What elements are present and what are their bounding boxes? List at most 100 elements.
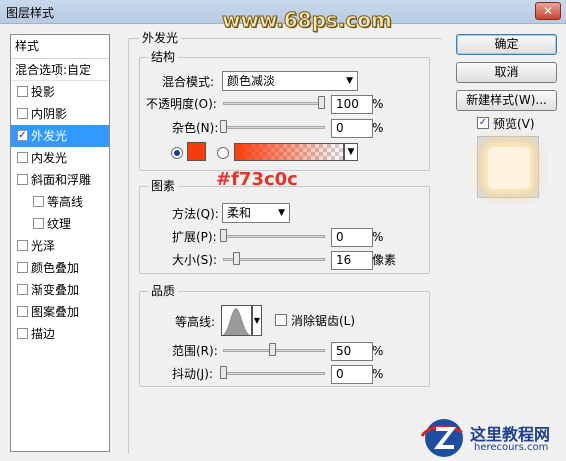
noise-slider-thumb[interactable] — [220, 120, 227, 133]
jitter-unit: % — [372, 367, 384, 381]
style-item[interactable]: 内阴影 — [11, 103, 109, 125]
style-item-checkbox[interactable] — [17, 174, 28, 185]
range-unit: % — [372, 344, 384, 358]
new-style-button[interactable]: 新建样式(W)... — [456, 90, 557, 111]
size-slider-thumb[interactable] — [233, 252, 240, 265]
range-label: 范围(R): — [172, 344, 218, 358]
style-item[interactable]: 投影 — [11, 81, 109, 103]
style-item-checkbox[interactable]: ✓ — [17, 130, 28, 141]
watermark-text: www.68ps.com — [222, 8, 393, 33]
glow-preview-square — [488, 147, 530, 189]
style-item-label: 斜面和浮雕 — [31, 173, 92, 187]
opacity-slider-thumb[interactable] — [318, 96, 325, 109]
style-item-label: 描边 — [31, 327, 56, 341]
noise-label: 杂色(N): — [172, 121, 219, 135]
style-item[interactable]: 等高线 — [11, 191, 109, 213]
logo-url: herecours.com — [474, 442, 549, 453]
antialias-checkbox[interactable] — [275, 314, 287, 326]
color-hex-annotation: #f73c0c — [216, 169, 298, 190]
blend-options-item[interactable]: 混合选项:自定 — [11, 59, 109, 81]
opacity-slider[interactable] — [223, 102, 325, 105]
jitter-slider-thumb[interactable] — [220, 366, 227, 379]
method-value: 柔和 — [227, 206, 252, 220]
style-item-label: 内发光 — [31, 151, 68, 165]
solid-color-radio[interactable] — [171, 147, 183, 159]
style-item-label: 光泽 — [31, 239, 56, 253]
noise-slider[interactable] — [223, 126, 325, 129]
chevron-down-icon: ▼ — [346, 76, 353, 86]
spread-slider[interactable] — [223, 235, 325, 238]
style-item[interactable]: 描边 — [11, 323, 109, 345]
contour-dropdown[interactable]: ▼ — [252, 305, 262, 336]
spread-input[interactable]: 0 — [331, 228, 373, 247]
chevron-down-icon: ▼ — [278, 208, 285, 218]
style-item-checkbox[interactable] — [17, 306, 28, 317]
close-button[interactable]: ✕ — [535, 2, 561, 20]
noise-input[interactable]: 0 — [331, 119, 373, 138]
style-item[interactable]: 颜色叠加 — [11, 257, 109, 279]
style-item[interactable]: ✓ 外发光 — [11, 125, 109, 147]
cancel-button[interactable]: 取消 — [456, 62, 557, 83]
style-item-checkbox[interactable] — [17, 152, 28, 163]
style-item-checkbox[interactable] — [17, 328, 28, 339]
style-preview-thumbnail — [477, 136, 539, 198]
gradient-picker[interactable] — [234, 143, 344, 161]
logo-z-icon — [420, 419, 463, 457]
close-icon: ✕ — [542, 4, 554, 18]
style-item[interactable]: 斜面和浮雕 — [11, 169, 109, 191]
spread-slider-thumb[interactable] — [220, 229, 227, 242]
range-input[interactable]: 50 — [331, 342, 373, 361]
style-item-label: 外发光 — [31, 129, 68, 143]
style-item[interactable]: 图案叠加 — [11, 301, 109, 323]
opacity-unit: % — [372, 97, 384, 111]
style-item-checkbox[interactable] — [33, 196, 44, 207]
check-icon: ✓ — [478, 117, 488, 128]
glow-color-swatch[interactable] — [187, 142, 206, 161]
panel-title: 外发光 — [139, 31, 182, 45]
style-item-label: 内阴影 — [31, 107, 68, 121]
style-item-checkbox[interactable] — [17, 262, 28, 273]
quality-title: 品质 — [148, 284, 179, 298]
style-item[interactable]: 光泽 — [11, 235, 109, 257]
structure-title: 结构 — [148, 50, 179, 64]
spread-label: 扩展(P): — [172, 230, 217, 244]
style-item-label: 等高线 — [47, 195, 84, 209]
style-item-label: 图案叠加 — [31, 305, 80, 319]
style-item[interactable]: 渐变叠加 — [11, 279, 109, 301]
chevron-down-icon: ▼ — [253, 316, 261, 325]
jitter-input[interactable]: 0 — [331, 365, 373, 384]
style-item-label: 纹理 — [47, 217, 72, 231]
preview-label: 预览(V) — [493, 117, 535, 131]
range-slider-thumb[interactable] — [269, 343, 276, 356]
window-title: 图层样式 — [6, 6, 55, 20]
method-select[interactable]: 柔和 ▼ — [222, 203, 290, 223]
style-item-checkbox[interactable] — [33, 218, 44, 229]
blend-mode-select[interactable]: 颜色减淡 ▼ — [222, 71, 358, 91]
antialias-label: 消除锯齿(L) — [291, 314, 356, 328]
jitter-slider[interactable] — [223, 372, 325, 375]
style-items: 投影 内阴影 ✓ 外发光 内发光 斜面和浮雕 等高线 纹理 光泽 颜色叠加 渐变叠加 图案叠加 描边 — [11, 81, 109, 345]
gradient-dropdown[interactable]: ▼ — [344, 143, 358, 161]
style-list-header[interactable]: 样式 — [11, 35, 109, 59]
blend-mode-value: 颜色减淡 — [227, 74, 276, 88]
style-item-label: 投影 — [31, 85, 56, 99]
title-bar: 图层样式 www.68ps.com ✕ — [0, 0, 566, 33]
opacity-input[interactable]: 100 — [331, 95, 373, 114]
ok-button[interactable]: 确定 — [456, 34, 557, 55]
gradient-radio[interactable] — [217, 147, 229, 159]
chevron-down-icon: ▼ — [347, 147, 355, 157]
style-item-checkbox[interactable] — [17, 240, 28, 251]
style-item-label: 渐变叠加 — [31, 283, 80, 297]
style-item-checkbox[interactable] — [17, 86, 28, 97]
opacity-label: 不透明度(O): — [146, 97, 217, 111]
style-item[interactable]: 纹理 — [11, 213, 109, 235]
size-input[interactable]: 16 — [331, 251, 373, 270]
style-item-checkbox[interactable] — [17, 284, 28, 295]
preview-checkbox[interactable]: ✓ — [477, 117, 489, 129]
blend-mode-label: 混合模式: — [162, 75, 215, 89]
style-item[interactable]: 内发光 — [11, 147, 109, 169]
style-item-checkbox[interactable] — [17, 108, 28, 119]
method-label: 方法(Q): — [172, 207, 219, 221]
contour-preview[interactable] — [221, 305, 252, 336]
elements-title: 图素 — [148, 179, 179, 193]
